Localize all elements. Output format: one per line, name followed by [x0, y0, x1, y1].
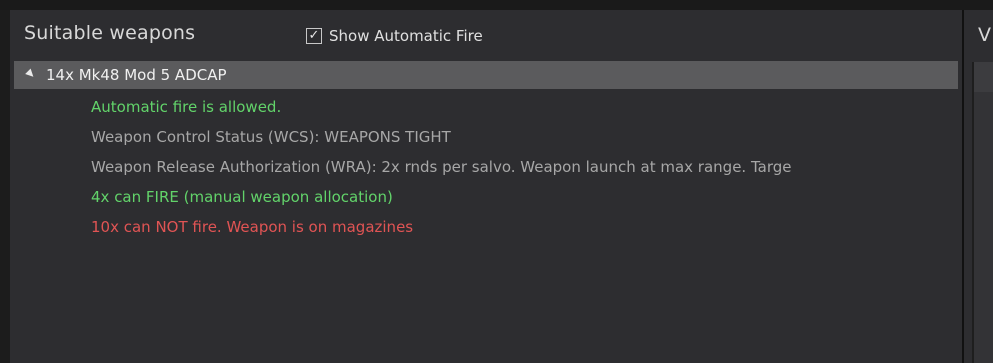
can-fire-status: 4x can FIRE (manual weapon allocation)	[91, 188, 393, 206]
wcs-status: Weapon Control Status (WCS): WEAPONS TIG…	[91, 128, 451, 146]
cannot-fire-status: 10x can NOT fire. Weapon is on magazines	[91, 218, 414, 236]
right-panel-list[interactable]	[974, 62, 993, 363]
checkmark-icon: ✓	[308, 28, 320, 43]
show-automatic-fire-toggle[interactable]: ✓ Show Automatic Fire	[306, 27, 483, 45]
wra-status: Weapon Release Authorization (WRA): 2x r…	[91, 158, 792, 176]
right-panel-title: V	[978, 24, 991, 46]
show-automatic-fire-label[interactable]: Show Automatic Fire	[329, 27, 483, 45]
window-top-strip	[0, 0, 993, 10]
automatic-fire-status: Automatic fire is allowed.	[91, 98, 282, 116]
right-panel: V	[964, 10, 993, 363]
panel-header: Suitable weapons ✓ Show Automatic Fire	[10, 10, 962, 60]
suitable-weapons-panel: Suitable weapons ✓ Show Automatic Fire ▲…	[10, 10, 962, 363]
weapon-name: 14x Mk48 Mod 5 ADCAP	[46, 66, 227, 84]
show-automatic-fire-checkbox[interactable]: ✓	[306, 28, 322, 44]
weapon-tree-item[interactable]: ▲ 14x Mk48 Mod 5 ADCAP	[14, 61, 958, 89]
right-panel-list-header	[974, 62, 993, 92]
panel-title: Suitable weapons	[24, 22, 196, 44]
weapon-details-list: Automatic fire is allowed. Weapon Contro…	[91, 96, 959, 246]
collapse-triangle-icon[interactable]: ▲	[21, 67, 37, 83]
